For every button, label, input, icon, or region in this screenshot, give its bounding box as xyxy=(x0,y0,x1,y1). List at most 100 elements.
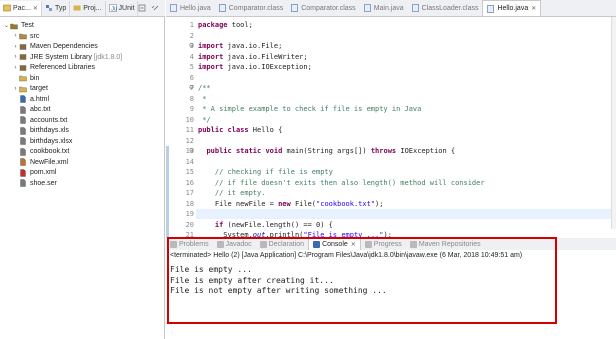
tree-item[interactable]: birthdays.xlsx xyxy=(0,136,72,147)
collapse-arrow-icon[interactable]: › xyxy=(12,44,19,50)
text-file-icon xyxy=(20,105,26,114)
line-number: 19 xyxy=(185,210,194,218)
editor-tab-label: Main.java xyxy=(373,4,404,12)
java-file-icon xyxy=(291,4,299,12)
maven-file-icon xyxy=(20,168,26,177)
code-line: public static void main(String args[]) t… xyxy=(206,147,456,155)
tab-junit[interactable]: Ju JUnit xyxy=(106,0,139,16)
tab-type-hierarchy[interactable]: Typ xyxy=(42,0,71,16)
xml-file-icon xyxy=(20,158,26,166)
java-file-icon xyxy=(487,4,495,13)
line-number: 15 xyxy=(185,168,194,176)
tree-item-label: a.html xyxy=(30,95,50,103)
java-file-icon xyxy=(411,4,419,12)
editor-tab-label: Hello.java xyxy=(180,4,211,12)
fold-toggle-icon[interactable]: ⊖ xyxy=(189,41,194,51)
text-file-icon xyxy=(20,116,26,124)
editor-tab-label: ClassLoader.class xyxy=(421,4,479,12)
line-number: 18 xyxy=(185,199,194,208)
line-number: 9 xyxy=(189,105,194,113)
line-number: 14 xyxy=(185,157,194,166)
editor-tab-label: Comparator.class xyxy=(228,4,284,12)
library-icon xyxy=(19,64,27,71)
tab-project-explorer[interactable]: Proj... xyxy=(70,0,106,16)
tree-item-label: src xyxy=(30,32,40,40)
code-line: if (newFile.length() == 0) { xyxy=(214,220,333,229)
editor-tab-label: Hello.java xyxy=(497,5,529,12)
editor-tab[interactable]: Hello.java xyxy=(166,1,215,16)
tree-item[interactable]: › JRE System Library [jdk1.8.0] xyxy=(0,52,123,63)
fold-toggle-icon[interactable]: ⊖ xyxy=(189,83,194,93)
tree-item-label: birthdays.xls xyxy=(30,127,69,134)
tree-item[interactable]: pom.xml xyxy=(0,167,56,178)
tree-item-label: pom.xml xyxy=(30,169,57,176)
line-number: 17 xyxy=(185,189,194,197)
tree-item[interactable]: abc.txt xyxy=(0,104,51,115)
editor-tab[interactable]: ClassLoader.class xyxy=(408,1,483,16)
code-line: // it empty. xyxy=(198,189,266,197)
tree-item-label: bin xyxy=(30,74,40,82)
code-editor[interactable]: package tool; import java.io.File; import … xyxy=(196,17,616,260)
svg-text:Ju: Ju xyxy=(111,7,117,13)
tree-item[interactable]: › Maven Dependencies xyxy=(0,41,98,52)
line-number: 16 xyxy=(185,178,194,187)
line-number: 1 xyxy=(189,21,194,29)
collapse-arrow-icon[interactable]: › xyxy=(12,33,19,39)
line-number: 20 xyxy=(185,220,194,229)
package-explorer-tabs: Pac... ✕ Typ Proj... Ju JUnit ⋮ xyxy=(0,0,171,17)
html-file-icon xyxy=(20,95,26,103)
project-icon xyxy=(73,5,81,11)
tree-item[interactable]: bin xyxy=(0,73,39,84)
code-line: /** xyxy=(198,84,211,92)
tree-item[interactable]: accounts.txt xyxy=(0,115,67,126)
type-hierarchy-icon xyxy=(45,5,52,11)
collapse-arrow-icon[interactable]: › xyxy=(12,65,19,71)
tree-item-label: cookbook.txt xyxy=(30,148,70,155)
text-file-icon xyxy=(20,147,26,156)
editor-tab[interactable]: Hello.java ✕ xyxy=(482,0,542,16)
java-file-icon xyxy=(363,4,371,12)
tree-item-label: Maven Dependencies xyxy=(30,43,98,50)
tree-item[interactable]: NewFile.xml xyxy=(0,157,68,168)
line-number: 8 xyxy=(189,94,194,103)
line-number: 4 xyxy=(189,52,194,61)
tree-item[interactable]: a.html xyxy=(0,94,49,105)
tree-item-label: NewFile.xml xyxy=(30,158,69,166)
fold-toggle-icon[interactable]: ⊖ xyxy=(189,146,194,156)
code-line: import java.io.IOException; xyxy=(198,63,312,71)
project-folder-icon xyxy=(10,23,18,29)
editor-tab[interactable]: Main.java xyxy=(360,1,408,16)
tree-item[interactable]: birthdays.xls xyxy=(0,125,69,136)
collapse-arrow-icon[interactable]: › xyxy=(12,54,19,60)
tree-item[interactable]: shoe.ser xyxy=(0,178,57,189)
tab-label: Proj... xyxy=(83,4,102,12)
tree-item-label: accounts.txt xyxy=(30,116,68,124)
tab-label: JUnit xyxy=(118,4,135,12)
project-tree: ⌄ Test › src › Maven Dependencies › JRE System … xyxy=(0,18,165,188)
tree-item[interactable]: cookbook.txt xyxy=(0,146,69,157)
highlight-box xyxy=(167,237,557,324)
editor-tab[interactable]: Comparator.class xyxy=(287,1,359,16)
close-icon[interactable]: ✕ xyxy=(33,5,38,12)
expand-arrow-icon[interactable]: ⌄ xyxy=(3,22,10,29)
tree-item[interactable]: › target xyxy=(0,83,48,94)
tree-item[interactable]: › src xyxy=(0,31,40,42)
editor-tab[interactable]: Comparator.class xyxy=(215,1,287,16)
tree-item[interactable]: ⌄ Test xyxy=(0,20,34,31)
folder-icon xyxy=(19,86,27,92)
close-icon[interactable]: ✕ xyxy=(531,5,536,12)
tab-package-explorer[interactable]: Pac... ✕ xyxy=(0,0,42,16)
collapse-all-icon[interactable] xyxy=(138,4,146,12)
line-number: 2 xyxy=(189,31,194,40)
package-explorer-icon xyxy=(3,4,11,12)
link-with-editor-icon[interactable] xyxy=(151,4,159,12)
tree-item[interactable]: › Referenced Libraries xyxy=(0,62,95,73)
tree-item-label: birthdays.xlsx xyxy=(30,137,73,145)
folder-icon xyxy=(19,75,27,82)
line-number: 6 xyxy=(189,73,194,82)
current-line-highlight xyxy=(196,209,616,219)
collapse-arrow-icon[interactable]: › xyxy=(12,86,19,92)
editor-scrollbar[interactable] xyxy=(611,17,616,229)
source-folder-icon xyxy=(19,33,27,40)
code-line: // checking if file is empty xyxy=(198,168,333,176)
